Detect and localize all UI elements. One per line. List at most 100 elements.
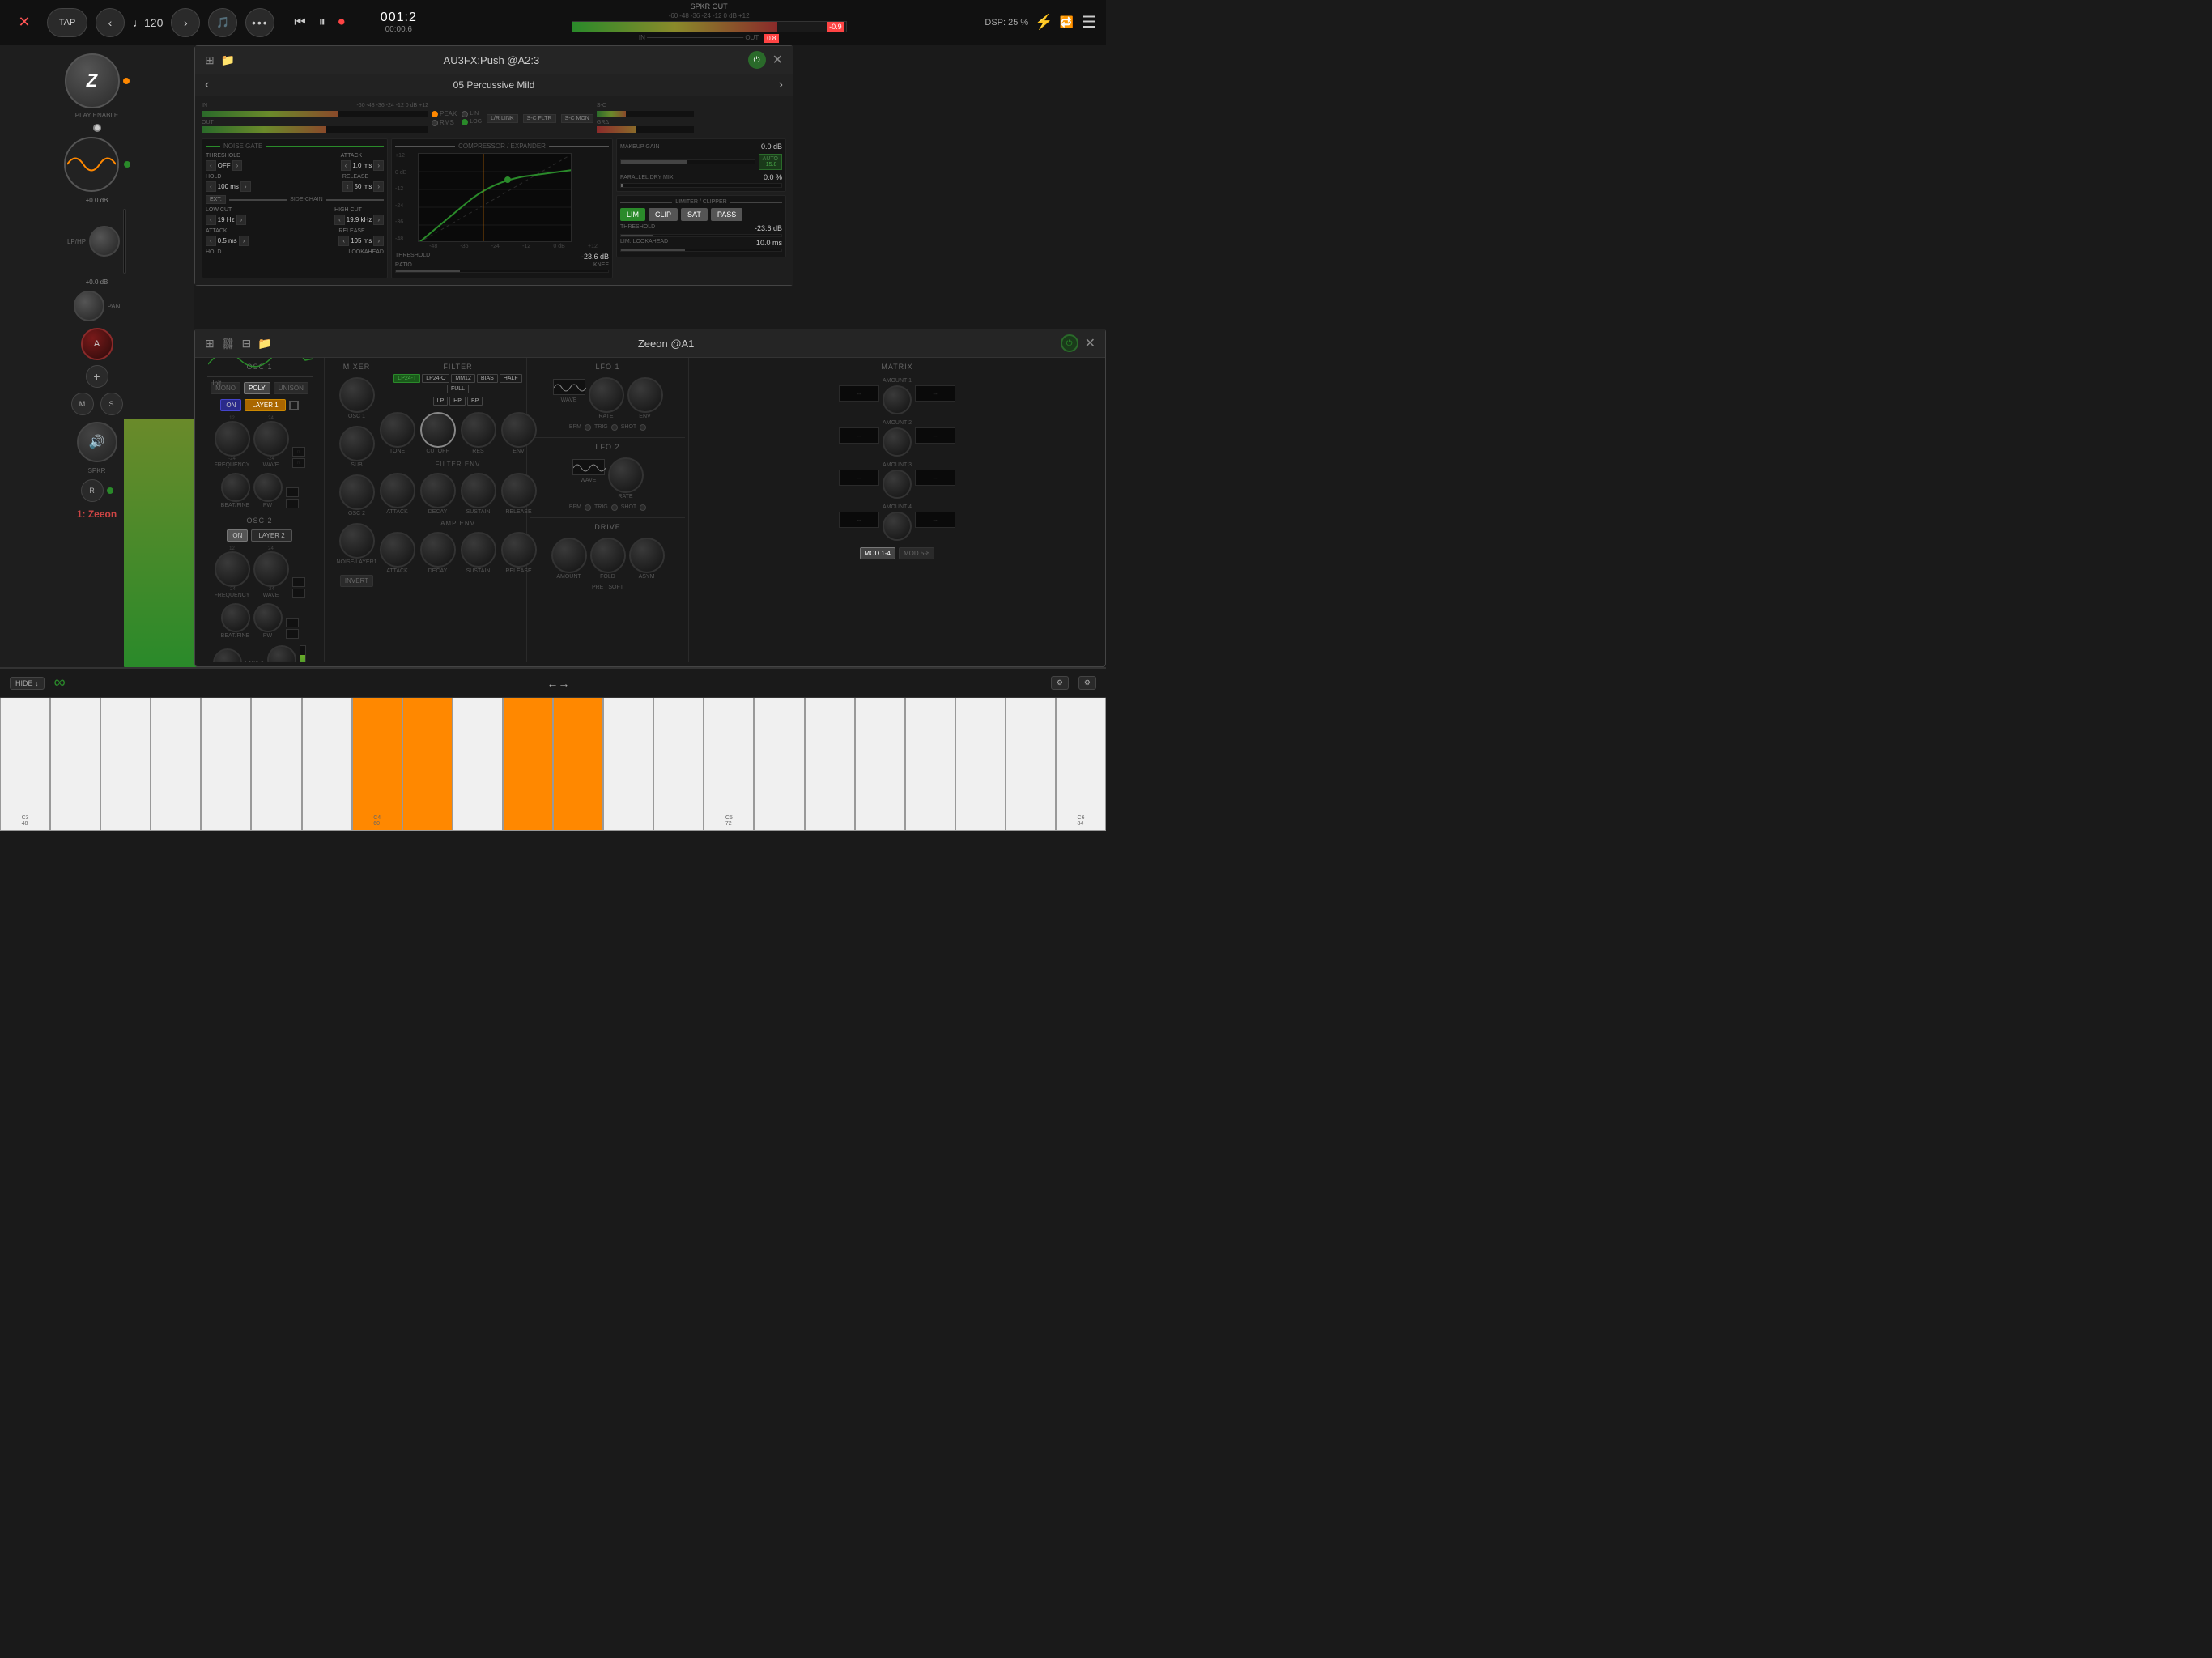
piano-config[interactable]: ⚙ <box>1078 676 1096 690</box>
key-c4[interactable]: C460 <box>352 698 402 831</box>
fenv-decay-knob[interactable] <box>420 473 456 508</box>
osc2-freq-knob[interactable] <box>215 551 250 587</box>
rewind-button[interactable]: ⏮ <box>291 12 308 33</box>
bias-button[interactable]: BIAS <box>477 374 498 383</box>
osc2-wave-knob[interactable] <box>253 551 289 587</box>
lim-button[interactable]: LIM <box>620 208 645 221</box>
highcut-up[interactable]: › <box>373 215 384 225</box>
matrix-knob-2[interactable] <box>883 427 912 457</box>
zeeon-power[interactable]: ⏻ <box>1061 334 1078 352</box>
matrix-slot-4b[interactable]: -- <box>915 512 955 528</box>
mixer-osc2-knob[interactable] <box>339 474 375 510</box>
lowcut-down[interactable]: ‹ <box>206 215 216 225</box>
lp-hp-knob[interactable] <box>89 226 120 257</box>
piano-settings[interactable]: ⚙ <box>1051 676 1069 690</box>
key-f5[interactable] <box>855 698 905 831</box>
a-button[interactable]: A <box>81 328 113 360</box>
release2-down[interactable]: ‹ <box>338 236 349 246</box>
hide-button[interactable]: HIDE ↓ <box>10 677 45 690</box>
ext-button[interactable]: EXT. <box>206 195 226 204</box>
key-c3[interactable]: C348 <box>0 698 50 831</box>
mixer-noise-knob[interactable] <box>339 523 375 559</box>
lfo1-trig-btn[interactable] <box>611 424 618 431</box>
matrix-slot-3a[interactable]: -- <box>839 470 879 486</box>
lfo1-shot-btn[interactable] <box>640 424 646 431</box>
lp24t-button[interactable]: LP24-T <box>393 374 420 383</box>
aenv-decay-knob[interactable] <box>420 532 456 568</box>
threshold-up[interactable]: › <box>232 160 243 171</box>
hold-down[interactable]: ‹ <box>206 181 216 192</box>
poly-button[interactable]: POLY <box>244 382 270 394</box>
pan-knob[interactable] <box>74 291 104 321</box>
key-e5[interactable] <box>805 698 855 831</box>
fenv-attack-knob[interactable] <box>380 473 415 508</box>
key-e4[interactable] <box>453 698 503 831</box>
mm12-button[interactable]: MM12 <box>451 374 474 383</box>
key-c6[interactable]: C684 <box>1056 698 1106 831</box>
half-button[interactable]: HALF <box>500 374 522 383</box>
invert-button[interactable]: INVERT <box>340 575 373 587</box>
matrix-slot-4a[interactable]: -- <box>839 512 879 528</box>
synth-folder-icon[interactable]: 📁 <box>257 337 271 351</box>
threshold-down[interactable]: ‹ <box>206 160 216 171</box>
highcut-down[interactable]: ‹ <box>334 215 345 225</box>
lfo2-shot-btn[interactable] <box>640 504 646 511</box>
release2-up[interactable]: › <box>373 236 384 246</box>
osc2-beat-knob[interactable] <box>221 603 250 632</box>
next-preset-button[interactable]: › <box>779 78 783 92</box>
filter-tone-knob[interactable] <box>380 412 415 448</box>
plus-button[interactable]: + <box>86 365 108 388</box>
matrix-slot-2b[interactable]: -- <box>915 427 955 444</box>
osc1-beat-knob[interactable] <box>221 473 250 502</box>
sc-fltr-button[interactable]: S-C FLTR <box>523 114 556 123</box>
matrix-knob-4[interactable] <box>883 512 912 541</box>
lr-link-button[interactable]: L/R LINK <box>487 114 517 123</box>
osc1-plus[interactable] <box>289 401 299 410</box>
record-button[interactable]: ⏺ <box>335 12 348 33</box>
aenv-attack-knob[interactable] <box>380 532 415 568</box>
sc-mon-button[interactable]: S-C MON <box>561 114 593 123</box>
main-menu-button[interactable]: ☰ <box>1082 12 1096 32</box>
key-g3[interactable] <box>201 698 251 831</box>
key-d3[interactable] <box>50 698 100 831</box>
close-button[interactable]: ✕ <box>10 8 39 37</box>
lp-button[interactable]: LP <box>433 397 449 406</box>
amp-knob[interactable] <box>267 645 296 662</box>
filter-res-knob[interactable] <box>461 412 496 448</box>
spkr-knob[interactable]: 🔊 <box>77 422 117 462</box>
matrix-slot-1a[interactable]: -- <box>839 385 879 402</box>
mix-knob[interactable] <box>213 648 242 662</box>
matrix-slot-2a[interactable]: -- <box>839 427 879 444</box>
au3fx-close[interactable]: ✕ <box>772 52 783 68</box>
fenv-release-knob[interactable] <box>501 473 537 508</box>
key-g5[interactable] <box>905 698 955 831</box>
more-button[interactable]: ••• <box>245 8 274 37</box>
release-down[interactable]: ‹ <box>342 181 353 192</box>
attack2-up[interactable]: › <box>239 236 249 246</box>
synth-eq-icon[interactable]: ⊟ <box>242 337 252 351</box>
hp-button[interactable]: HP <box>449 397 466 406</box>
zeeon-close[interactable]: ✕ <box>1085 335 1095 351</box>
folder-icon[interactable]: 📁 <box>221 53 235 67</box>
osc1-on-button[interactable]: ON <box>220 399 241 411</box>
key-c5[interactable]: C572 <box>704 698 754 831</box>
key-a4[interactable] <box>603 698 653 831</box>
hold-up[interactable]: › <box>240 181 251 192</box>
matrix-knob-1[interactable] <box>883 385 912 414</box>
layer2-button[interactable]: LAYER 2 <box>251 529 291 542</box>
mixer-icon[interactable]: ⊞ <box>205 53 215 67</box>
lfo1-rate-knob[interactable] <box>589 377 624 413</box>
key-b3[interactable] <box>302 698 352 831</box>
osc1-wave-knob[interactable] <box>253 421 289 457</box>
z-knob[interactable]: Z <box>65 53 120 108</box>
drive-amount-knob[interactable] <box>551 538 587 573</box>
au3fx-power[interactable]: ⏻ <box>748 51 766 69</box>
sat-button[interactable]: SAT <box>681 208 708 221</box>
m-button[interactable]: M <box>71 393 94 415</box>
metronome-button[interactable]: 🎵 <box>208 8 237 37</box>
lfo1-bpm-btn[interactable] <box>585 424 591 431</box>
key-b5[interactable] <box>1006 698 1056 831</box>
release-up[interactable]: › <box>373 181 384 192</box>
attack-up[interactable]: › <box>373 160 384 171</box>
mixer-sub-knob[interactable] <box>339 426 375 461</box>
